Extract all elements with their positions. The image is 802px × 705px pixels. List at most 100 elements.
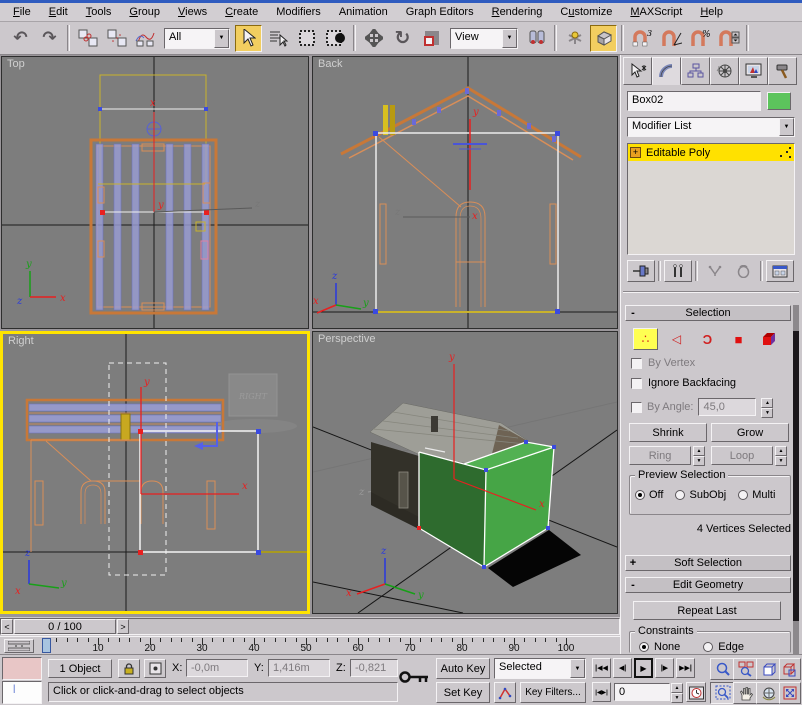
shrink-button[interactable]: Shrink (629, 423, 707, 442)
menu-modifiers[interactable]: Modifiers (267, 4, 330, 20)
viewport-label-right[interactable]: Right (8, 335, 34, 347)
viewport-perspective[interactable]: z y x z x y Perspective (312, 331, 618, 614)
top-viewport-canvas[interactable]: x y z y x z (2, 57, 308, 328)
key-mode-toggle-button[interactable]: |◀▶| (592, 682, 611, 702)
polygon-mode-button[interactable]: ■ (726, 328, 751, 350)
menu-create[interactable]: Create (216, 4, 267, 20)
use-pivot-point-center-button[interactable] (523, 25, 550, 52)
play-button[interactable]: ▶ (634, 658, 653, 678)
z-coord-field[interactable]: -0,821 (350, 659, 398, 677)
dropdown-arrow-icon[interactable]: ▼ (502, 28, 517, 48)
menu-file[interactable]: File (4, 4, 40, 20)
expand-icon[interactable]: + (626, 557, 640, 569)
collapse-icon[interactable]: - (626, 579, 640, 591)
expand-icon[interactable]: + (630, 147, 641, 158)
redo-button[interactable]: ↷ (36, 25, 63, 52)
tab-display[interactable] (739, 57, 768, 85)
edit-geometry-rollout-header[interactable]: - Edit Geometry (625, 577, 791, 593)
element-mode-button[interactable] (757, 328, 782, 350)
remove-modifier-button[interactable] (729, 260, 757, 282)
modifier-stack-item-selected[interactable]: + Editable Poly (628, 144, 794, 161)
zoom-button[interactable] (710, 658, 735, 680)
modifier-stack[interactable]: + Editable Poly (627, 143, 795, 255)
viewport-label-top[interactable]: Top (7, 58, 25, 70)
select-and-scale-button[interactable] (418, 25, 445, 52)
menu-animation[interactable]: Animation (330, 4, 397, 20)
macro-recorder-pane[interactable] (2, 657, 42, 680)
dropdown-arrow-icon[interactable]: ▼ (570, 659, 585, 678)
tab-create[interactable] (623, 57, 652, 85)
select-by-name-button[interactable] (264, 25, 291, 52)
zoom-extents-button[interactable] (756, 658, 781, 680)
tab-hierarchy[interactable] (681, 57, 710, 85)
loop-button[interactable]: Loop (711, 446, 773, 465)
ring-spinner[interactable]: ▲ ▼ (693, 446, 705, 466)
pin-stack-button[interactable] (627, 260, 655, 282)
object-color-swatch[interactable] (767, 92, 791, 110)
right-viewport-canvas[interactable]: RIGHT y x z y x (3, 334, 307, 611)
spinner-up-icon[interactable]: ▲ (693, 446, 705, 456)
border-mode-button[interactable]: Ɔ (695, 328, 720, 350)
time-slider-next-button[interactable]: > (117, 619, 129, 634)
snaps-toggle-button[interactable]: 3 (628, 25, 655, 52)
maxscript-listener-pane[interactable]: | (2, 681, 42, 704)
soft-selection-rollout-header[interactable]: + Soft Selection (625, 555, 791, 571)
select-and-manipulate-button[interactable] (561, 25, 588, 52)
panel-scrollbar-thumb[interactable] (793, 331, 799, 621)
spinner-snap-toggle-button[interactable] (715, 25, 742, 52)
key-mode-curve-button[interactable] (494, 682, 516, 703)
vertex-mode-button[interactable]: ∴ (633, 328, 658, 350)
preview-subobj-radio[interactable] (675, 490, 686, 500)
menu-help[interactable]: Help (691, 4, 732, 20)
viewport-top[interactable]: x y z y x z Top (1, 56, 309, 329)
percent-snap-toggle-button[interactable]: % (686, 25, 713, 52)
spinner-up-icon[interactable]: ▲ (775, 446, 787, 456)
grow-button[interactable]: Grow (711, 423, 789, 442)
region-zoom-button[interactable] (710, 682, 735, 704)
y-coord-field[interactable]: 1,416m (268, 659, 330, 677)
frame-spinner[interactable]: ▲ ▼ (671, 683, 683, 703)
spinner-up-icon[interactable]: ▲ (761, 398, 774, 408)
selection-filter-dropdown[interactable]: All ▼ (164, 27, 230, 49)
spinner-down-icon[interactable]: ▼ (761, 408, 774, 418)
go-to-end-button[interactable]: ▶▶| (676, 658, 695, 678)
current-frame-field[interactable]: 0 (614, 683, 670, 701)
select-object-button[interactable] (235, 24, 262, 52)
absolute-offset-toggle[interactable] (144, 659, 166, 678)
angle-snap-toggle-button[interactable] (657, 25, 684, 52)
select-and-rotate-button[interactable]: ↻ (389, 25, 416, 52)
pan-button[interactable] (733, 682, 758, 704)
reference-coordinate-dropdown[interactable]: View ▼ (450, 27, 518, 49)
selection-rollout-header[interactable]: - Selection (625, 305, 791, 321)
constraint-none-radio[interactable] (639, 642, 649, 652)
tab-utilities[interactable] (768, 57, 797, 85)
spinner-up-icon[interactable]: ▲ (671, 683, 683, 693)
viewport-label-perspective[interactable]: Perspective (318, 333, 375, 345)
ring-button[interactable]: Ring (629, 446, 691, 465)
menu-graph-editors[interactable]: Graph Editors (397, 4, 483, 20)
time-slider-prev-button[interactable]: < (1, 619, 13, 634)
set-key-button[interactable]: Set Key (436, 682, 490, 703)
unlink-selection-button[interactable] (103, 25, 130, 52)
set-keys-key-icon[interactable] (398, 667, 432, 687)
zoom-extents-all-button[interactable] (779, 658, 801, 680)
tab-modify[interactable] (652, 57, 681, 85)
menu-maxscript[interactable]: MAXScript (621, 4, 691, 20)
rectangular-selection-region-button[interactable] (293, 25, 320, 52)
show-end-result-button[interactable] (664, 260, 692, 282)
go-to-start-button[interactable]: |◀◀ (592, 658, 611, 678)
menu-edit[interactable]: Edit (40, 4, 77, 20)
repeat-last-button[interactable]: Repeat Last (633, 601, 781, 620)
track-frame-indicator[interactable] (42, 638, 51, 653)
tab-motion[interactable] (710, 57, 739, 85)
by-vertex-checkbox[interactable] (631, 357, 642, 369)
auto-key-button[interactable]: Auto Key (436, 658, 490, 679)
spinner-down-icon[interactable]: ▼ (775, 456, 787, 466)
dropdown-arrow-icon[interactable]: ▼ (779, 118, 794, 136)
menu-rendering[interactable]: Rendering (483, 4, 552, 20)
viewport-right-active[interactable]: RIGHT y x z y x Right (0, 331, 310, 614)
arc-rotate-button[interactable] (756, 682, 781, 704)
selection-lock-button[interactable] (118, 659, 140, 678)
bind-to-space-warp-button[interactable] (132, 25, 159, 52)
key-selection-dropdown[interactable]: Selected ▼ (494, 658, 586, 679)
